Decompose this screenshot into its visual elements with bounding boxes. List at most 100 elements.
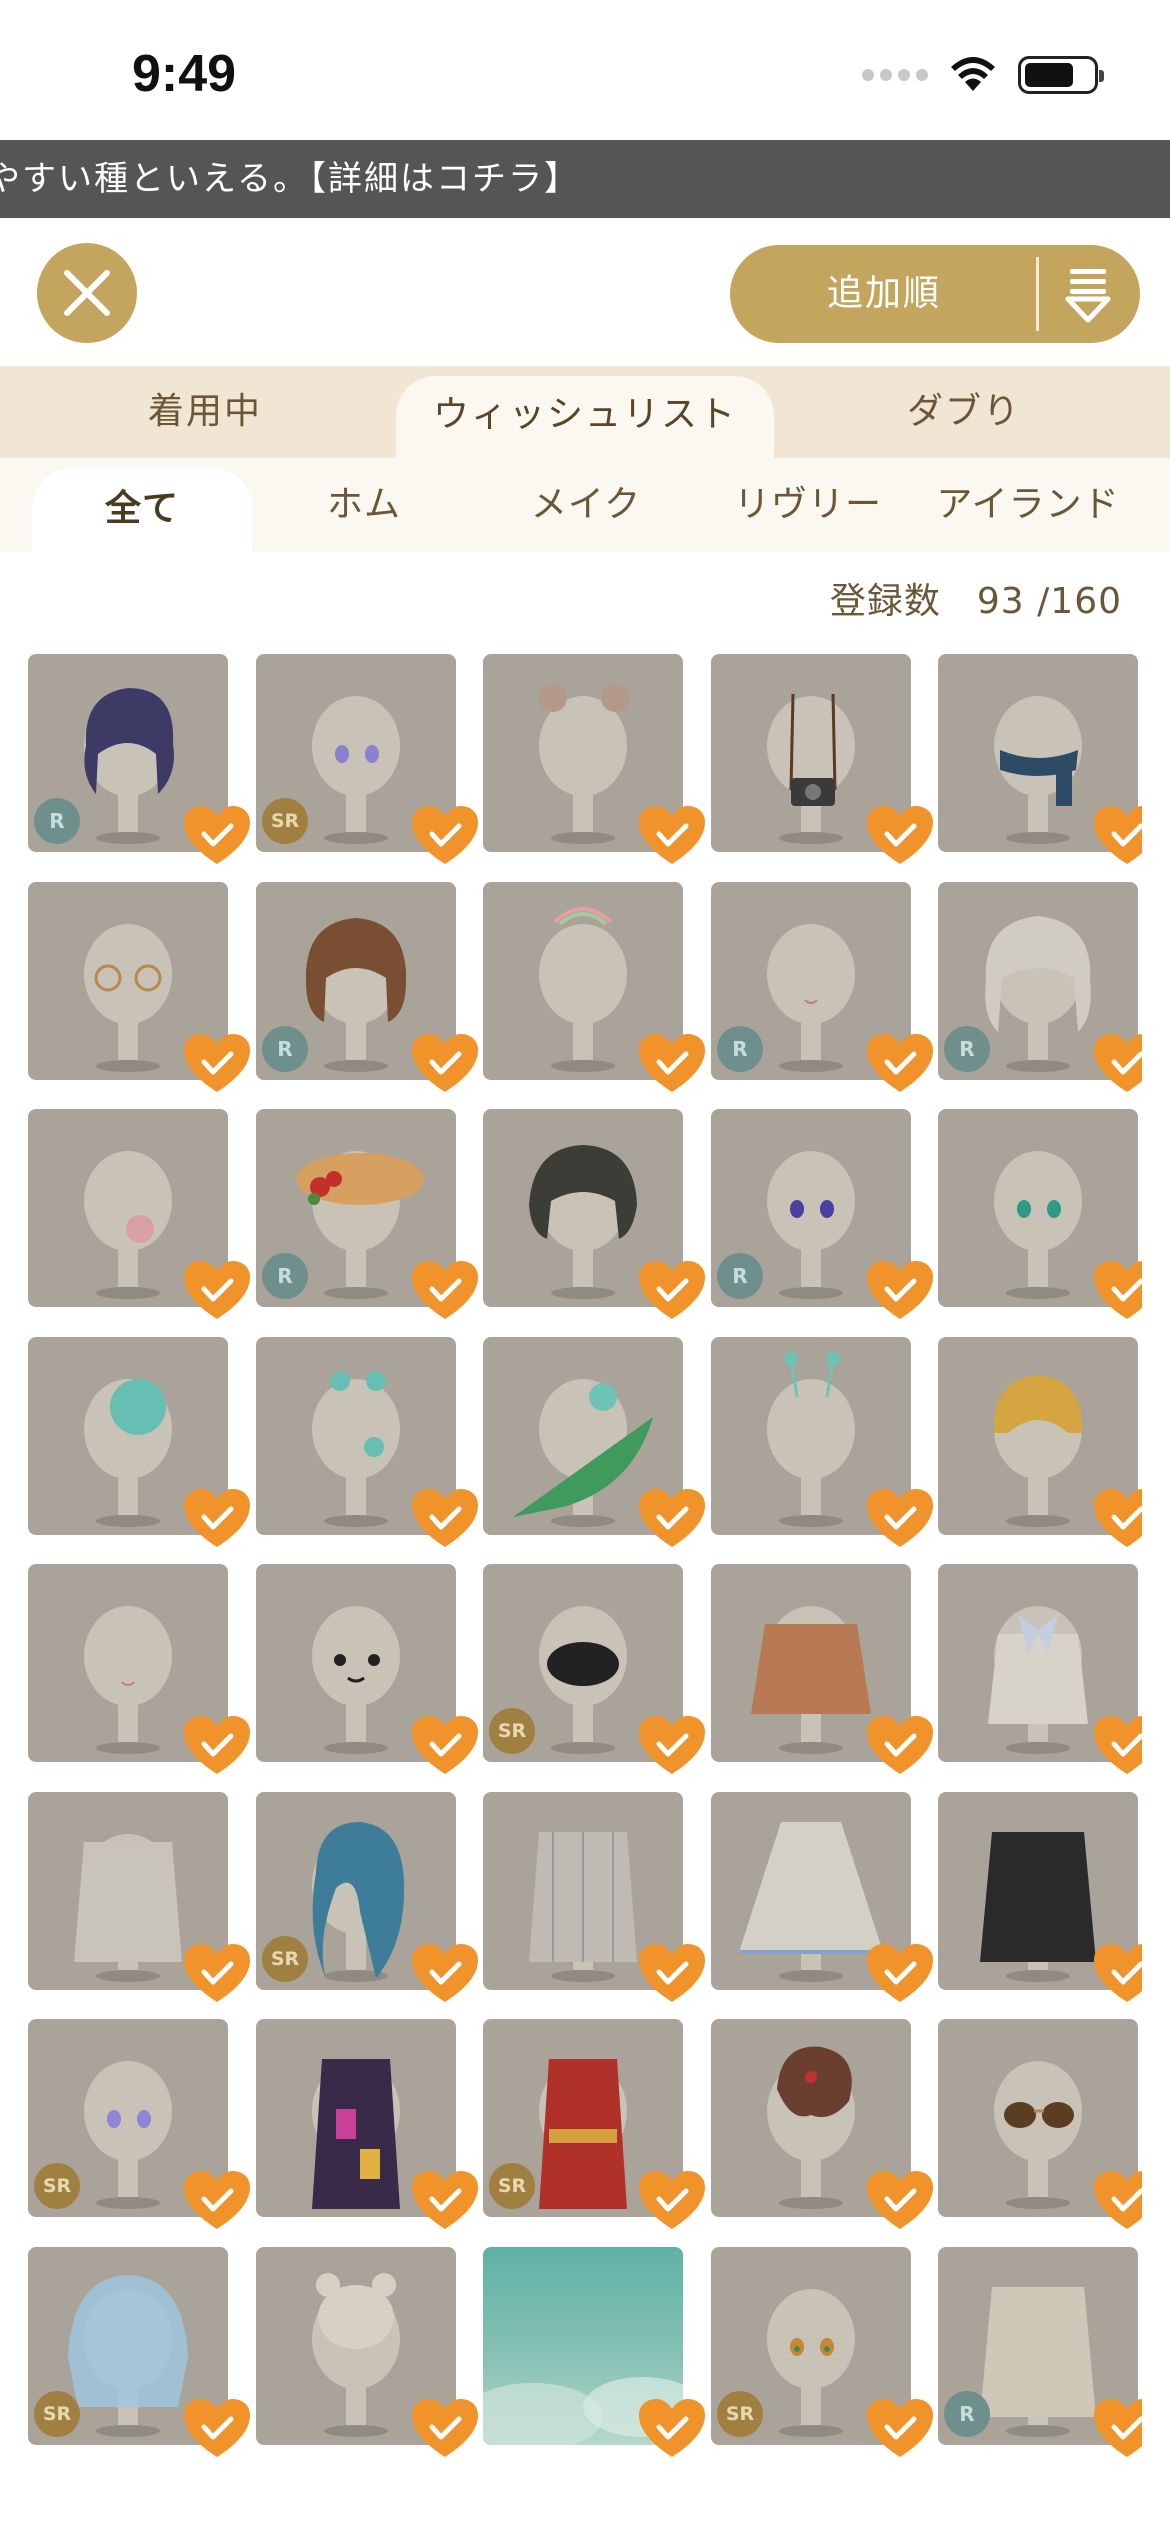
wishlist-item[interactable]: SR <box>483 1564 705 1774</box>
wishlist-heart-icon[interactable] <box>637 1487 707 1551</box>
wishlist-item[interactable]: R <box>938 2247 1142 2457</box>
wishlist-heart-icon[interactable] <box>410 2169 480 2233</box>
wishlist-heart-icon[interactable] <box>1092 804 1142 868</box>
wishlist-item[interactable]: SR <box>28 2019 250 2229</box>
tab-home[interactable]: ホム <box>254 458 474 552</box>
wishlist-item[interactable]: SR <box>483 2019 705 2229</box>
wishlist-heart-icon[interactable] <box>865 2169 935 2233</box>
tab-all[interactable]: 全て <box>32 468 252 552</box>
rarity-badge: R <box>944 1026 990 1072</box>
rarity-badge: SR <box>34 2391 80 2437</box>
wishlist-item[interactable] <box>483 1109 705 1319</box>
wishlist-item[interactable] <box>938 1564 1142 1774</box>
wishlist-item[interactable]: SR <box>256 1792 478 2002</box>
wishlist-heart-icon[interactable] <box>182 1487 252 1551</box>
wishlist-heart-icon[interactable] <box>410 1714 480 1778</box>
wishlist-item[interactable] <box>483 1337 705 1547</box>
wishlist-heart-icon[interactable] <box>865 1259 935 1323</box>
wishlist-item[interactable] <box>711 654 933 864</box>
wishlist-heart-icon[interactable] <box>1092 1487 1142 1551</box>
main-tab-bar: 着用中 ウィッシュリスト ダブり <box>0 366 1170 458</box>
wishlist-item[interactable] <box>938 1792 1142 2002</box>
wishlist-heart-icon[interactable] <box>410 1032 480 1096</box>
wishlist-heart-icon[interactable] <box>865 804 935 868</box>
wishlist-heart-icon[interactable] <box>865 1032 935 1096</box>
sort-order-button[interactable]: 追加順 <box>730 245 1140 343</box>
tab-island[interactable]: アイランド <box>918 458 1138 552</box>
wishlist-item[interactable]: R <box>256 882 478 1092</box>
tab-makeup[interactable]: メイク <box>476 458 696 552</box>
wishlist-heart-icon[interactable] <box>182 1259 252 1323</box>
wishlist-heart-icon[interactable] <box>182 1032 252 1096</box>
rarity-badge: SR <box>262 798 308 844</box>
wishlist-item[interactable] <box>711 1564 933 1774</box>
wishlist-heart-icon[interactable] <box>410 1259 480 1323</box>
wishlist-heart-icon[interactable] <box>410 1487 480 1551</box>
wishlist-heart-icon[interactable] <box>410 1942 480 2006</box>
tab-livly[interactable]: リヴリー <box>698 458 918 552</box>
wishlist-item[interactable] <box>256 1337 478 1547</box>
wishlist-item[interactable] <box>938 2019 1142 2229</box>
wishlist-item[interactable] <box>256 2019 478 2229</box>
status-bar: 9:49 <box>0 0 1170 140</box>
wishlist-heart-icon[interactable] <box>637 2169 707 2233</box>
wishlist-item[interactable]: R <box>938 882 1142 1092</box>
wishlist-heart-icon[interactable] <box>637 804 707 868</box>
wishlist-heart-icon[interactable] <box>865 1487 935 1551</box>
wishlist-item[interactable]: R <box>711 1109 933 1319</box>
registered-count-label: 登録数 <box>829 581 941 622</box>
wishlist-heart-icon[interactable] <box>637 1032 707 1096</box>
wishlist-item[interactable] <box>256 1564 478 1774</box>
wishlist-item[interactable]: SR <box>711 2247 933 2457</box>
wishlist-heart-icon[interactable] <box>182 1714 252 1778</box>
wishlist-heart-icon[interactable] <box>637 1714 707 1778</box>
wishlist-heart-icon[interactable] <box>182 2397 252 2461</box>
tab-wearing[interactable]: 着用中 <box>0 366 410 458</box>
wishlist-item[interactable]: SR <box>256 654 478 864</box>
wishlist-heart-icon[interactable] <box>637 1942 707 2006</box>
wishlist-item[interactable]: R <box>711 882 933 1092</box>
wishlist-heart-icon[interactable] <box>1092 2169 1142 2233</box>
tab-duplicates[interactable]: ダブり <box>774 366 1154 458</box>
wishlist-item[interactable] <box>938 654 1142 864</box>
wishlist-item[interactable] <box>28 1792 250 2002</box>
wishlist-item[interactable] <box>28 882 250 1092</box>
close-button[interactable] <box>37 243 137 343</box>
news-ticker[interactable]: やすい種といえる。【詳細はコチラ】 <box>0 140 1170 218</box>
wishlist-item[interactable] <box>938 1337 1142 1547</box>
wishlist-heart-icon[interactable] <box>182 804 252 868</box>
wishlist-item[interactable] <box>28 1109 250 1319</box>
wishlist-heart-icon[interactable] <box>637 1259 707 1323</box>
wishlist-heart-icon[interactable] <box>182 2169 252 2233</box>
wishlist-heart-icon[interactable] <box>865 1942 935 2006</box>
wishlist-item[interactable] <box>256 2247 478 2457</box>
wishlist-item[interactable] <box>483 654 705 864</box>
wishlist-heart-icon[interactable] <box>1092 2397 1142 2461</box>
cellular-signal-icon <box>862 69 928 81</box>
wishlist-heart-icon[interactable] <box>410 804 480 868</box>
sort-order-label: 追加順 <box>826 273 941 314</box>
wishlist-item[interactable]: SR <box>28 2247 250 2457</box>
wishlist-item[interactable] <box>483 1792 705 2002</box>
wishlist-item[interactable] <box>938 1109 1142 1319</box>
wishlist-heart-icon[interactable] <box>865 1714 935 1778</box>
wishlist-item[interactable] <box>711 2019 933 2229</box>
wishlist-item[interactable] <box>711 1792 933 2002</box>
wishlist-heart-icon[interactable] <box>637 2397 707 2461</box>
wishlist-item[interactable]: R <box>28 654 250 864</box>
wishlist-heart-icon[interactable] <box>1092 1714 1142 1778</box>
sort-direction-icon[interactable] <box>1060 265 1116 323</box>
wishlist-heart-icon[interactable] <box>1092 1259 1142 1323</box>
wishlist-item[interactable] <box>711 1337 933 1547</box>
wishlist-item[interactable] <box>483 2247 705 2457</box>
wishlist-heart-icon[interactable] <box>1092 1942 1142 2006</box>
wishlist-item[interactable] <box>28 1337 250 1547</box>
wishlist-item[interactable] <box>28 1564 250 1774</box>
wishlist-item[interactable] <box>483 882 705 1092</box>
wishlist-heart-icon[interactable] <box>1092 1032 1142 1096</box>
tab-wishlist[interactable]: ウィッシュリスト <box>396 376 774 458</box>
wishlist-heart-icon[interactable] <box>410 2397 480 2461</box>
wishlist-heart-icon[interactable] <box>182 1942 252 2006</box>
wishlist-heart-icon[interactable] <box>865 2397 935 2461</box>
wishlist-item[interactable]: R <box>256 1109 478 1319</box>
